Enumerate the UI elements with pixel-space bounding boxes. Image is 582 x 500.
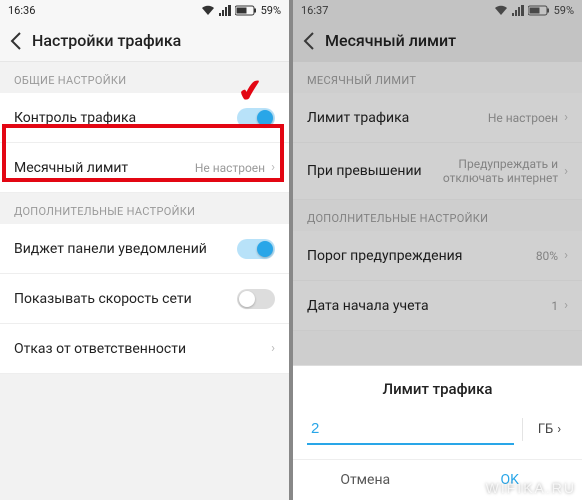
- row-label: Отказ от ответственности: [14, 341, 186, 357]
- toggle-traffic-control[interactable]: [237, 108, 275, 128]
- row-monthly-limit[interactable]: Месячный лимит Не настроен ›: [0, 143, 289, 193]
- row-disclaimer[interactable]: Отказ от ответственности ›: [0, 324, 289, 374]
- row-start-date[interactable]: Дата начала учета 1 ›: [293, 281, 582, 331]
- battery-icon: [528, 5, 550, 16]
- status-icons: 59%: [494, 4, 574, 17]
- section-label-additional: ДОПОЛНИТЕЛЬНЫЕ НАСТРОЙКИ: [293, 200, 582, 231]
- row-widget[interactable]: Виджет панели уведомлений: [0, 224, 289, 274]
- modal-traffic-limit: Лимит трафика ГБ › Отмена OK: [293, 365, 582, 500]
- row-value: 80%: [536, 249, 558, 263]
- row-value: Предупреждать и отключать интернет: [428, 157, 558, 185]
- row-value: Не настроен: [195, 161, 265, 175]
- chevron-right-icon: ›: [564, 110, 568, 125]
- status-time: 16:36: [8, 4, 35, 17]
- signal-icon: [512, 5, 524, 16]
- header: Настройки трафика: [0, 20, 289, 62]
- toggle-widget[interactable]: [237, 239, 275, 259]
- section-label-limit: МЕСЯЧНЫЙ ЛИМИТ: [293, 62, 582, 93]
- statusbar: 16:37 59%: [293, 0, 582, 20]
- unit-label: ГБ: [538, 422, 553, 437]
- toggle-net-speed[interactable]: [237, 289, 275, 309]
- row-label: Показывать скорость сети: [14, 291, 192, 307]
- row-traffic-control[interactable]: Контроль трафика: [0, 93, 289, 143]
- unit-select[interactable]: ГБ ›: [522, 418, 568, 441]
- row-label: Месячный лимит: [14, 160, 128, 176]
- section-label-general: ОБЩИЕ НАСТРОЙКИ: [0, 62, 289, 93]
- battery-icon: [235, 5, 257, 16]
- row-net-speed[interactable]: Показывать скорость сети: [0, 274, 289, 324]
- wifi-icon: [201, 5, 215, 16]
- battery-pct: 59%: [554, 4, 574, 17]
- row-value: 1: [551, 299, 558, 313]
- signal-icon: [219, 5, 231, 16]
- row-label: Контроль трафика: [14, 110, 136, 126]
- section-label-additional: ДОПОЛНИТЕЛЬНЫЕ НАСТРОЙКИ: [0, 193, 289, 224]
- chevron-right-icon: ›: [564, 298, 568, 313]
- row-label: Дата начала учета: [307, 298, 429, 314]
- row-label: При превышении: [307, 163, 422, 179]
- row-traffic-limit[interactable]: Лимит трафика Не настроен ›: [293, 93, 582, 143]
- chevron-right-icon: ›: [271, 160, 275, 175]
- ok-button[interactable]: OK: [438, 460, 582, 500]
- status-time: 16:37: [301, 4, 328, 17]
- header: Месячный лимит: [293, 20, 582, 62]
- row-label: Виджет панели уведомлений: [14, 241, 207, 257]
- modal-title: Лимит трафика: [307, 380, 568, 398]
- back-icon[interactable]: [10, 32, 22, 50]
- row-warn-threshold[interactable]: Порог предупреждения 80% ›: [293, 231, 582, 281]
- limit-input[interactable]: [307, 414, 514, 445]
- chevron-right-icon: ›: [271, 341, 275, 356]
- row-on-exceed[interactable]: При превышении Предупреждать и отключать…: [293, 143, 582, 200]
- phone-right: 16:37 59% Месячный лимит МЕСЯЧНЫЙ ЛИМИТ …: [293, 0, 582, 500]
- chevron-right-icon: ›: [564, 164, 568, 179]
- content: МЕСЯЧНЫЙ ЛИМИТ Лимит трафика Не настроен…: [293, 62, 582, 331]
- cancel-button[interactable]: Отмена: [293, 460, 438, 500]
- status-icons: 59%: [201, 4, 281, 17]
- page-title: Настройки трафика: [32, 31, 181, 50]
- statusbar: 16:36 59%: [0, 0, 289, 20]
- chevron-right-icon: ›: [564, 248, 568, 263]
- row-label: Порог предупреждения: [307, 248, 462, 264]
- back-icon[interactable]: [303, 32, 315, 50]
- row-label: Лимит трафика: [307, 110, 409, 126]
- row-value: Не настроен: [488, 111, 558, 125]
- chevron-right-icon: ›: [557, 422, 561, 437]
- wifi-icon: [494, 5, 508, 16]
- battery-pct: 59%: [261, 4, 281, 17]
- page-title: Месячный лимит: [325, 31, 456, 50]
- phone-left: 16:36 59% Настройки трафика ОБЩИЕ НАСТРО…: [0, 0, 289, 500]
